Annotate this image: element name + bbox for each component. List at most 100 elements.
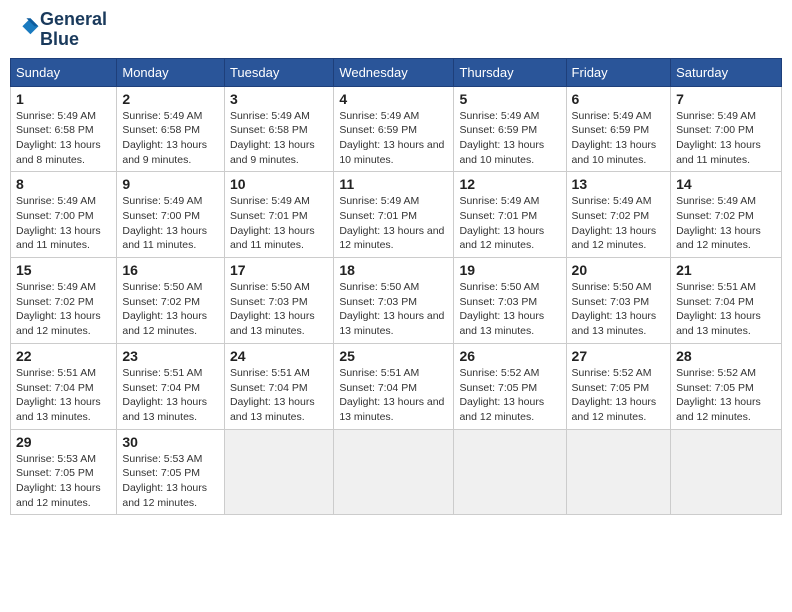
day-number: 24 [230, 348, 328, 364]
col-header-saturday: Saturday [671, 58, 782, 86]
calendar-cell [566, 429, 671, 515]
day-info: Sunrise: 5:49 AM Sunset: 7:01 PM Dayligh… [339, 194, 448, 253]
calendar-cell: 14 Sunrise: 5:49 AM Sunset: 7:02 PM Dayli… [671, 172, 782, 258]
day-number: 19 [459, 262, 560, 278]
day-number: 12 [459, 176, 560, 192]
calendar-cell: 21Sunrise: 5:51 AM Sunset: 7:04 PM Dayli… [671, 258, 782, 344]
calendar-cell: 30 Sunrise: 5:53 AM Sunset: 7:05 PM Dayli… [117, 429, 225, 515]
day-info: Sunrise: 5:49 AM Sunset: 7:00 PM Dayligh… [122, 194, 219, 253]
day-info: Sunrise: 5:49 AM Sunset: 7:00 PM Dayligh… [676, 109, 776, 168]
calendar-cell: 3 Sunrise: 5:49 AM Sunset: 6:58 PM Daylig… [224, 86, 333, 172]
day-info: Sunrise: 5:49 AM Sunset: 7:02 PM Dayligh… [16, 280, 111, 339]
day-number: 9 [122, 176, 219, 192]
calendar-cell [671, 429, 782, 515]
calendar-cell: 18 Sunrise: 5:50 AM Sunset: 7:03 PM Dayli… [334, 258, 454, 344]
day-number: 5 [459, 91, 560, 107]
calendar-cell: 2 Sunrise: 5:49 AM Sunset: 6:58 PM Daylig… [117, 86, 225, 172]
calendar-cell: 22 Sunrise: 5:51 AM Sunset: 7:04 PM Dayli… [11, 343, 117, 429]
day-info: Sunrise: 5:49 AM Sunset: 7:00 PM Dayligh… [16, 194, 111, 253]
day-info: Sunrise: 5:49 AM Sunset: 6:58 PM Dayligh… [122, 109, 219, 168]
col-header-sunday: Sunday [11, 58, 117, 86]
day-number: 14 [676, 176, 776, 192]
calendar-cell: 28 Sunrise: 5:52 AM Sunset: 7:05 PM Dayli… [671, 343, 782, 429]
day-info: Sunrise: 5:52 AM Sunset: 7:05 PM Dayligh… [572, 366, 666, 425]
calendar-cell: 10 Sunrise: 5:49 AM Sunset: 7:01 PM Dayli… [224, 172, 333, 258]
calendar-cell: 26 Sunrise: 5:52 AM Sunset: 7:05 PM Dayli… [454, 343, 566, 429]
calendar-cell: 11Sunrise: 5:49 AM Sunset: 7:01 PM Dayli… [334, 172, 454, 258]
day-number: 26 [459, 348, 560, 364]
day-info: Sunrise: 5:52 AM Sunset: 7:05 PM Dayligh… [459, 366, 560, 425]
logo-text: General Blue [40, 10, 107, 50]
day-info: Sunrise: 5:49 AM Sunset: 7:02 PM Dayligh… [676, 194, 776, 253]
calendar-cell: 27 Sunrise: 5:52 AM Sunset: 7:05 PM Dayli… [566, 343, 671, 429]
day-number: 28 [676, 348, 776, 364]
day-info: Sunrise: 5:49 AM Sunset: 7:01 PM Dayligh… [230, 194, 328, 253]
col-header-wednesday: Wednesday [334, 58, 454, 86]
day-number: 18 [339, 262, 448, 278]
calendar-cell: 12 Sunrise: 5:49 AM Sunset: 7:01 PM Dayli… [454, 172, 566, 258]
calendar-cell: 1 Sunrise: 5:49 AM Sunset: 6:58 PM Daylig… [11, 86, 117, 172]
calendar-cell [224, 429, 333, 515]
day-info: Sunrise: 5:51 AM Sunset: 7:04 PM Dayligh… [16, 366, 111, 425]
calendar-header-row: SundayMondayTuesdayWednesdayThursdayFrid… [11, 58, 782, 86]
calendar-table: SundayMondayTuesdayWednesdayThursdayFrid… [10, 58, 782, 516]
calendar-cell: 20 Sunrise: 5:50 AM Sunset: 7:03 PM Dayli… [566, 258, 671, 344]
day-info: Sunrise: 5:50 AM Sunset: 7:03 PM Dayligh… [572, 280, 666, 339]
day-info: Sunrise: 5:52 AM Sunset: 7:05 PM Dayligh… [676, 366, 776, 425]
day-number: 6 [572, 91, 666, 107]
calendar-cell: 17 Sunrise: 5:50 AM Sunset: 7:03 PM Dayli… [224, 258, 333, 344]
day-number: 20 [572, 262, 666, 278]
calendar-cell [334, 429, 454, 515]
day-number: 13 [572, 176, 666, 192]
day-info: Sunrise: 5:50 AM Sunset: 7:02 PM Dayligh… [122, 280, 219, 339]
day-number: 3 [230, 91, 328, 107]
calendar-cell: 19 Sunrise: 5:50 AM Sunset: 7:03 PM Dayli… [454, 258, 566, 344]
calendar-cell: 24Sunrise: 5:51 AM Sunset: 7:04 PM Dayli… [224, 343, 333, 429]
day-number: 23 [122, 348, 219, 364]
day-info: Sunrise: 5:49 AM Sunset: 6:58 PM Dayligh… [230, 109, 328, 168]
calendar-cell: 8Sunrise: 5:49 AM Sunset: 7:00 PM Daylig… [11, 172, 117, 258]
day-number: 17 [230, 262, 328, 278]
col-header-tuesday: Tuesday [224, 58, 333, 86]
logo-icon [16, 15, 40, 39]
calendar-cell: 15 Sunrise: 5:49 AM Sunset: 7:02 PM Dayli… [11, 258, 117, 344]
day-number: 21 [676, 262, 776, 278]
day-number: 30 [122, 434, 219, 450]
day-number: 10 [230, 176, 328, 192]
day-number: 4 [339, 91, 448, 107]
calendar-week-row: 1 Sunrise: 5:49 AM Sunset: 6:58 PM Daylig… [11, 86, 782, 172]
day-info: Sunrise: 5:53 AM Sunset: 7:05 PM Dayligh… [122, 452, 219, 511]
day-info: Sunrise: 5:51 AM Sunset: 7:04 PM Dayligh… [339, 366, 448, 425]
calendar-cell: 13 Sunrise: 5:49 AM Sunset: 7:02 PM Dayli… [566, 172, 671, 258]
day-info: Sunrise: 5:49 AM Sunset: 6:58 PM Dayligh… [16, 109, 111, 168]
day-info: Sunrise: 5:49 AM Sunset: 6:59 PM Dayligh… [459, 109, 560, 168]
day-info: Sunrise: 5:49 AM Sunset: 7:01 PM Dayligh… [459, 194, 560, 253]
day-number: 2 [122, 91, 219, 107]
day-number: 15 [16, 262, 111, 278]
day-number: 16 [122, 262, 219, 278]
day-info: Sunrise: 5:50 AM Sunset: 7:03 PM Dayligh… [339, 280, 448, 339]
calendar-cell [454, 429, 566, 515]
calendar-cell: 29Sunrise: 5:53 AM Sunset: 7:05 PM Dayli… [11, 429, 117, 515]
day-number: 27 [572, 348, 666, 364]
col-header-monday: Monday [117, 58, 225, 86]
col-header-thursday: Thursday [454, 58, 566, 86]
day-number: 7 [676, 91, 776, 107]
calendar-cell: 6 Sunrise: 5:49 AM Sunset: 6:59 PM Daylig… [566, 86, 671, 172]
calendar-cell: 23 Sunrise: 5:51 AM Sunset: 7:04 PM Dayli… [117, 343, 225, 429]
day-number: 22 [16, 348, 111, 364]
day-info: Sunrise: 5:51 AM Sunset: 7:04 PM Dayligh… [122, 366, 219, 425]
calendar-cell: 9 Sunrise: 5:49 AM Sunset: 7:00 PM Daylig… [117, 172, 225, 258]
day-number: 1 [16, 91, 111, 107]
page-header: General Blue [10, 10, 782, 50]
calendar-week-row: 8Sunrise: 5:49 AM Sunset: 7:00 PM Daylig… [11, 172, 782, 258]
day-info: Sunrise: 5:50 AM Sunset: 7:03 PM Dayligh… [459, 280, 560, 339]
calendar-cell: 16 Sunrise: 5:50 AM Sunset: 7:02 PM Dayli… [117, 258, 225, 344]
calendar-cell: 7 Sunrise: 5:49 AM Sunset: 7:00 PM Daylig… [671, 86, 782, 172]
day-info: Sunrise: 5:49 AM Sunset: 6:59 PM Dayligh… [339, 109, 448, 168]
logo: General Blue [14, 10, 107, 50]
day-info: Sunrise: 5:49 AM Sunset: 6:59 PM Dayligh… [572, 109, 666, 168]
day-info: Sunrise: 5:49 AM Sunset: 7:02 PM Dayligh… [572, 194, 666, 253]
calendar-week-row: 29Sunrise: 5:53 AM Sunset: 7:05 PM Dayli… [11, 429, 782, 515]
day-info: Sunrise: 5:50 AM Sunset: 7:03 PM Dayligh… [230, 280, 328, 339]
